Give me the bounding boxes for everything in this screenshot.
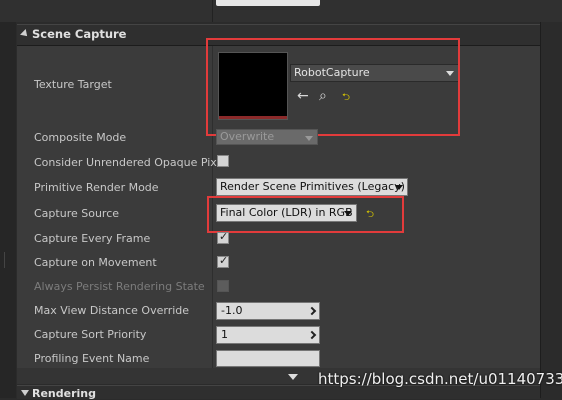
collapse-arrow-icon[interactable] (20, 29, 30, 39)
chevron-down-icon (395, 185, 403, 190)
composite-mode-value: Overwrite (220, 130, 275, 143)
consider-unrendered-checkbox[interactable] (217, 155, 229, 167)
truncated-field[interactable] (216, 0, 320, 6)
label-capture-on-movement: Capture on Movement (34, 256, 157, 269)
label-profiling-event-name: Profiling Event Name (34, 352, 150, 365)
chevron-down-icon (305, 136, 313, 141)
label-consider-unrendered: Consider Unrendered Opaque Pixel (34, 156, 227, 169)
capture-every-frame-checkbox[interactable] (217, 230, 229, 244)
watermark-text: https://blog.csdn.net/u011407338 (318, 370, 562, 388)
capture-sort-priority-input[interactable]: 1 (216, 326, 320, 344)
expand-advanced-arrow-icon[interactable] (288, 374, 298, 380)
gutter-line (4, 252, 13, 268)
label-texture-target: Texture Target (34, 78, 112, 91)
primitive-render-mode-combo[interactable]: Render Scene Primitives (Legacy) (216, 178, 408, 196)
max-view-distance-value: -1.0 (221, 304, 243, 317)
highlight-box-capture-source (207, 196, 404, 233)
capture-sort-priority-value: 1 (221, 328, 228, 341)
label-primitive-render-mode: Primitive Render Mode (34, 181, 159, 194)
label-composite-mode: Composite Mode (34, 131, 127, 144)
label-capture-source: Capture Source (34, 207, 120, 220)
primitive-render-mode-value: Render Scene Primitives (Legacy) (220, 180, 405, 193)
label-capture-every-frame: Capture Every Frame (34, 232, 151, 245)
collapse-arrow-icon[interactable] (21, 390, 29, 396)
right-divider (540, 22, 541, 398)
drag-spin-icon[interactable] (307, 306, 317, 316)
profiling-event-name-input[interactable] (216, 350, 320, 367)
composite-mode-combo[interactable]: Overwrite (216, 129, 318, 145)
label-max-view-distance: Max View Distance Override (34, 304, 190, 317)
previous-section-strip (0, 0, 562, 22)
max-view-distance-input[interactable]: -1.0 (216, 302, 320, 320)
section-title: Scene Capture (32, 27, 127, 41)
section-title: Rendering (32, 387, 96, 400)
always-persist-checkbox (217, 280, 229, 292)
label-capture-sort-priority: Capture Sort Priority (34, 328, 147, 341)
label-always-persist: Always Persist Rendering State (34, 280, 205, 293)
drag-spin-icon[interactable] (307, 330, 317, 340)
highlight-box-texture-target (206, 38, 460, 136)
left-gutter (0, 22, 16, 398)
capture-on-movement-checkbox[interactable] (217, 254, 229, 268)
column-divider (212, 0, 213, 22)
